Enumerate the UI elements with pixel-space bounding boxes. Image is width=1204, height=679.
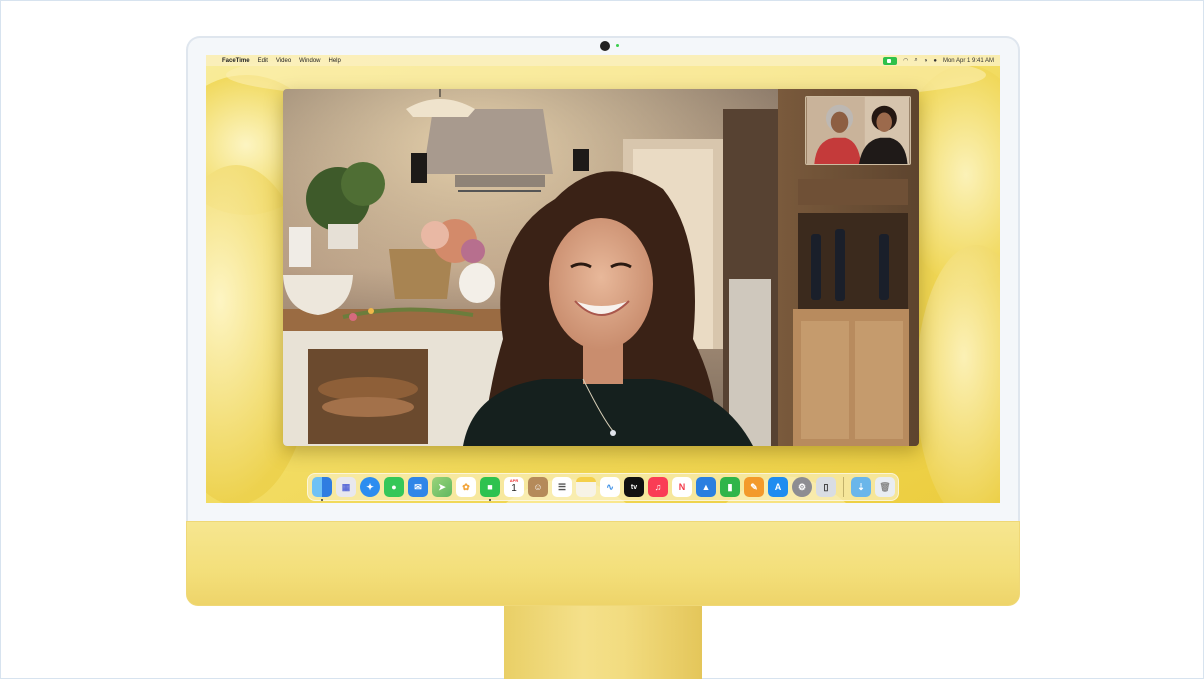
camera-icon — [600, 41, 610, 51]
running-indicator — [321, 499, 323, 501]
facetime-window[interactable] — [283, 89, 919, 446]
calendar-icon[interactable]: APR 1 — [504, 477, 524, 497]
imac-stand — [504, 606, 702, 679]
launchpad-icon[interactable]: ▦ — [336, 477, 356, 497]
iphone-mirroring-icon[interactable]: ▯ — [816, 477, 836, 497]
menu-window[interactable]: Window — [299, 58, 320, 64]
search-icon[interactable]: ⌕ — [914, 57, 917, 64]
menu-edit[interactable]: Edit — [258, 58, 268, 64]
facetime-self-view-tile[interactable] — [805, 96, 911, 165]
dock-separator — [843, 477, 844, 497]
news-icon[interactable]: N — [672, 477, 692, 497]
menu-help[interactable]: Help — [329, 58, 341, 64]
downloads-folder-icon[interactable]: ⇣ — [851, 477, 871, 497]
calendar-day: 1 — [511, 483, 517, 494]
photos-icon[interactable]: ✿ — [456, 477, 476, 497]
maps-icon[interactable]: ➤ — [432, 477, 452, 497]
finder-icon[interactable] — [312, 477, 332, 501]
messages-icon[interactable]: ● — [384, 477, 404, 497]
tv-label: tv — [630, 483, 638, 491]
siri-icon[interactable]: ● — [933, 58, 937, 64]
numbers-icon[interactable]: ▮ — [720, 477, 740, 497]
app-store-icon[interactable]: A — [768, 477, 788, 497]
mail-icon[interactable]: ✉ — [408, 477, 428, 497]
system-settings-icon[interactable]: ⚙ — [792, 477, 812, 497]
menu-bar-clock[interactable]: Mon Apr 1 9:41 AM — [943, 58, 994, 64]
pages-icon[interactable]: ✎ — [744, 477, 764, 497]
menu-bar: FaceTime Edit Video Window Help ◠ ⌕ ◑ ● … — [206, 55, 1000, 66]
screen: FaceTime Edit Video Window Help ◠ ⌕ ◑ ● … — [206, 55, 1000, 503]
menu-video[interactable]: Video — [276, 58, 291, 64]
notes-icon[interactable] — [576, 477, 596, 497]
facetime-status-icon[interactable] — [883, 56, 898, 65]
safari-icon[interactable]: ✦ — [360, 477, 380, 497]
camera-indicator-light — [616, 44, 619, 47]
control-center-icon[interactable]: ◑ — [924, 58, 928, 64]
facetime-icon[interactable]: ■ — [480, 477, 500, 501]
menu-bar-status-area: ◠ ⌕ ◑ ● Mon Apr 1 9:41 AM — [883, 55, 994, 66]
tv-icon[interactable]: tv — [624, 477, 644, 497]
trash-icon[interactable]: 🗑 — [875, 477, 895, 497]
wifi-icon[interactable]: ◠ — [903, 57, 908, 64]
dock: ▦ ✦ ● ✉ ➤ ✿ ■ APR 1 ☺ ☰ ∿ tv ♫ N ▲ ▮ ✎ A… — [307, 473, 899, 501]
music-icon[interactable]: ♫ — [648, 477, 668, 497]
running-indicator — [489, 499, 491, 501]
reminders-icon[interactable]: ☰ — [552, 477, 572, 497]
freeform-icon[interactable]: ∿ — [600, 477, 620, 497]
contacts-icon[interactable]: ☺ — [528, 477, 548, 497]
menu-facetime[interactable]: FaceTime — [222, 58, 250, 64]
keynote-icon[interactable]: ▲ — [696, 477, 716, 497]
imac-chin — [186, 521, 1020, 606]
